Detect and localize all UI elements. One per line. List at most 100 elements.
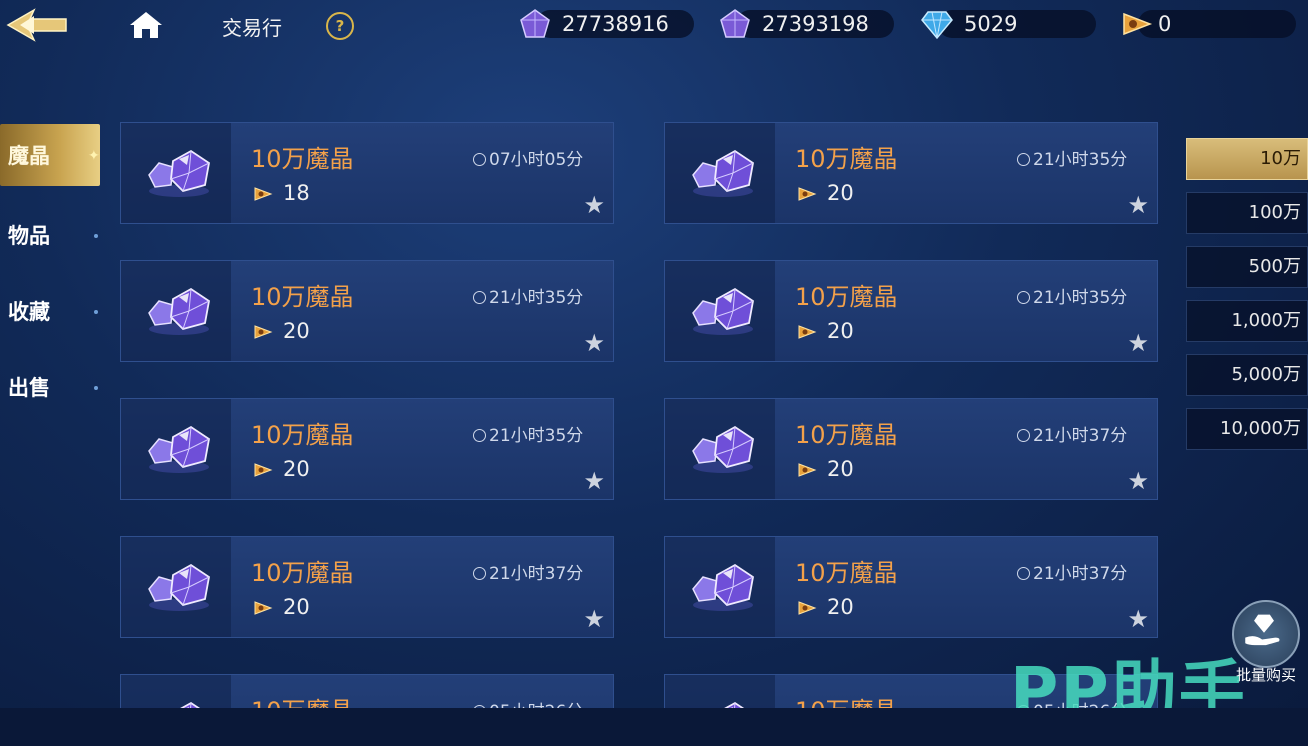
favorite-button[interactable]: ★ (569, 327, 613, 361)
filter-10wan[interactable]: 10万 (1186, 138, 1308, 180)
time-value: 21小时35分 (1033, 150, 1128, 170)
star-icon: ★ (583, 329, 605, 357)
currency-crystal-2: 27393198 (718, 8, 894, 40)
item-icon-box (665, 675, 775, 708)
listing-card[interactable]: 10万魔晶 21小时35分 20 ★ (664, 122, 1158, 224)
item-name: 10万魔晶 (251, 559, 354, 587)
tab-sell[interactable]: 出售 (0, 356, 100, 414)
favorite-button[interactable]: ★ (1113, 327, 1157, 361)
purple-crystal-icon (520, 9, 550, 38)
item-name: 10万魔晶 (251, 421, 354, 449)
listing-card[interactable]: 10万魔晶 05小时26分 ★ (120, 674, 614, 708)
gold-ticket-icon (254, 601, 273, 615)
currency-diamond: 5029 (920, 8, 1096, 40)
clock-icon (473, 291, 486, 304)
item-icon-box (121, 675, 231, 708)
currency-ticket: 0 (1120, 8, 1296, 40)
clock-icon (1017, 567, 1030, 580)
item-icon-box (121, 399, 231, 499)
star-icon: ★ (583, 191, 605, 219)
filter-100wan[interactable]: 100万 (1186, 192, 1308, 234)
price-value: 20 (827, 181, 854, 205)
magic-crystal-icon (692, 563, 754, 611)
star-icon: ★ (1127, 329, 1149, 357)
time-remaining: 21小时37分 (1017, 559, 1127, 584)
currency-value: 0 (1158, 12, 1172, 36)
clock-icon (473, 429, 486, 442)
item-icon-box (665, 537, 775, 637)
item-name: 10万魔晶 (795, 421, 898, 449)
clock-icon (1017, 153, 1030, 166)
top-bar: 交易行 ? 27738916 27393198 5029 0 (0, 0, 1308, 48)
favorite-button[interactable]: ★ (1113, 189, 1157, 223)
favorite-button[interactable]: ★ (569, 189, 613, 223)
back-arrow-icon[interactable] (0, 6, 70, 44)
tab-items[interactable]: 物品 (0, 204, 100, 262)
time-remaining: 21小时37分 (1017, 421, 1127, 446)
purple-crystal-icon (720, 9, 750, 38)
item-name: 10万魔晶 (795, 691, 898, 708)
time-remaining: 21小时35分 (473, 421, 583, 446)
gold-ticket-icon (798, 601, 817, 615)
filter-5000wan[interactable]: 5,000万 (1186, 354, 1308, 396)
star-icon: ★ (583, 605, 605, 633)
gold-ticket-icon (798, 463, 817, 477)
time-value: 21小时35分 (489, 426, 584, 446)
watermark-logo: PP助手 (1010, 653, 1247, 708)
star-icon: ★ (1127, 191, 1149, 219)
tab-magic-crystal[interactable]: 魔晶 ✦ (0, 124, 100, 186)
filter-500wan[interactable]: 500万 (1186, 246, 1308, 288)
time-value: 21小时35分 (489, 288, 584, 308)
time-value: 21小时37分 (1033, 564, 1128, 584)
item-name: 10万魔晶 (251, 145, 354, 173)
home-icon[interactable] (126, 8, 166, 42)
listing-card[interactable]: 10万魔晶 21小时37分 20 ★ (120, 536, 614, 638)
blue-diamond-icon (921, 11, 953, 40)
item-name: 10万魔晶 (795, 283, 898, 311)
star-icon: ★ (1127, 605, 1149, 633)
price-value: 20 (827, 319, 854, 343)
time-remaining: 07小时05分 (473, 145, 583, 170)
item-icon-box (121, 537, 231, 637)
star-icon: ★ (583, 467, 605, 495)
magic-crystal-icon (180, 701, 201, 708)
time-value: 07小时05分 (489, 150, 584, 170)
item-icon-box (665, 261, 775, 361)
price-value: 20 (827, 595, 854, 619)
listing-card[interactable]: 10万魔晶 21小时37分 20 ★ (664, 398, 1158, 500)
listing-card[interactable]: 10万魔晶 21小时35分 20 ★ (120, 260, 614, 362)
dot-icon (94, 234, 98, 238)
currency-value: 5029 (964, 12, 1018, 36)
favorite-button[interactable]: ★ (569, 603, 613, 637)
tab-label: 出售 (8, 376, 50, 400)
listing-card[interactable]: 10万魔晶 07小时05分 18 ★ (120, 122, 614, 224)
time-value: 21小时37分 (489, 564, 584, 584)
tab-favorites[interactable]: 收藏 (0, 280, 100, 338)
filter-1000wan[interactable]: 1,000万 (1186, 300, 1308, 342)
help-button[interactable]: ? (326, 12, 354, 40)
item-name: 10万魔晶 (251, 283, 354, 311)
magic-crystal-icon (724, 701, 745, 708)
listing-card[interactable]: 10万魔晶 21小时37分 20 ★ (664, 536, 1158, 638)
time-value: 21小时35分 (1033, 288, 1128, 308)
listing-card[interactable]: 10万魔晶 21小时35分 20 ★ (120, 398, 614, 500)
filter-10000wan[interactable]: 10,000万 (1186, 408, 1308, 450)
favorite-button[interactable]: ★ (1113, 603, 1157, 637)
item-icon-box (665, 123, 775, 223)
price-value: 20 (283, 457, 310, 481)
favorite-button[interactable]: ★ (569, 465, 613, 499)
sparkle-icon: ✦ (88, 148, 100, 164)
gold-ticket-icon (798, 325, 817, 339)
listing-card[interactable]: 10万魔晶 21小时35分 20 ★ (664, 260, 1158, 362)
magic-crystal-icon (148, 287, 210, 335)
gold-ticket-icon (254, 325, 273, 339)
dot-icon (94, 310, 98, 314)
time-remaining: 05小时26分 (473, 697, 583, 708)
item-name: 10万魔晶 (251, 691, 354, 708)
magic-crystal-icon (692, 425, 754, 473)
magic-crystal-icon (692, 149, 754, 197)
page-title: 交易行 (222, 16, 282, 40)
time-remaining: 21小时37分 (473, 559, 583, 584)
favorite-button[interactable]: ★ (1113, 465, 1157, 499)
clock-icon (1017, 429, 1030, 442)
